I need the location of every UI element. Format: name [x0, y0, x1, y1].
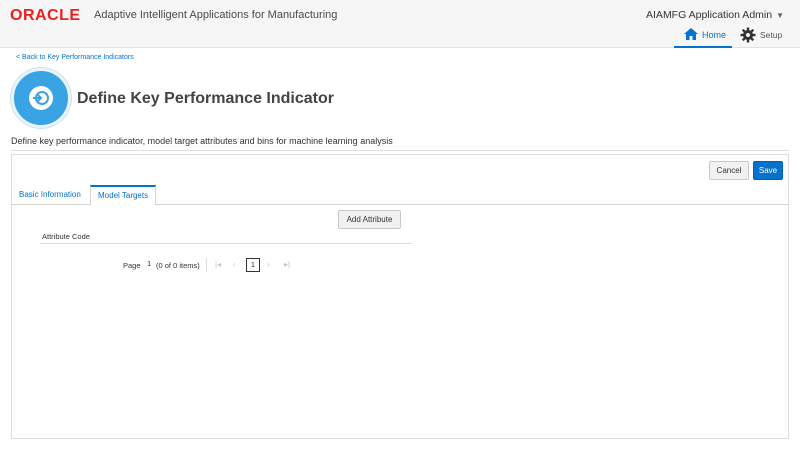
next-page-icon[interactable]: › [267, 260, 270, 269]
arrow-into-circle-icon [33, 91, 49, 105]
previous-page-icon[interactable]: ‹ [233, 260, 236, 269]
nav-home-tab[interactable]: Home [674, 24, 732, 48]
tab-bar: Basic Information Model Targets [12, 183, 788, 206]
last-page-icon[interactable]: ▸| [284, 260, 290, 269]
user-name: AIAMFG Application Admin [646, 9, 773, 21]
gear-icon [740, 27, 756, 43]
divider [11, 150, 789, 151]
app-title: Adaptive Intelligent Applications for Ma… [94, 9, 338, 21]
cancel-button[interactable]: Cancel [709, 161, 749, 180]
navigation-bar: Home Setup [0, 27, 800, 48]
first-page-icon[interactable]: |◂ [215, 260, 221, 269]
pagination-count: (0 of 0 items) [156, 261, 200, 270]
save-button[interactable]: Save [753, 161, 783, 180]
column-header-attribute-code: Attribute Code [42, 232, 90, 241]
page-description: Define key performance indicator, model … [11, 136, 393, 146]
user-menu[interactable]: AIAMFG Application Admin ▼ [646, 9, 784, 21]
tab-model-targets[interactable]: Model Targets [90, 185, 157, 206]
home-icon [684, 28, 698, 40]
kpi-badge-inner [29, 86, 53, 110]
current-page-button[interactable]: 1 [246, 258, 260, 272]
nav-home-label: Home [702, 30, 727, 40]
pagination-divider [206, 258, 207, 272]
kpi-badge [11, 68, 71, 128]
chevron-down-icon: ▼ [776, 11, 784, 20]
table-header-divider [40, 243, 412, 244]
pagination-label: Page [123, 261, 141, 270]
pagination-page-number: 1 [147, 259, 152, 268]
nav-setup-label: Setup [760, 30, 783, 40]
oracle-logo: ORACLE [10, 7, 81, 24]
page-title: Define Key Performance Indicator [77, 90, 334, 107]
back-link[interactable]: < Back to Key Performance Indicators [16, 54, 134, 61]
add-attribute-button[interactable]: Add Attribute [338, 210, 401, 229]
tab-basic-information[interactable]: Basic Information [12, 185, 88, 205]
nav-setup-tab[interactable]: Setup [740, 24, 792, 48]
kpi-form-panel: Cancel Save Basic Information Model Targ… [11, 154, 789, 439]
